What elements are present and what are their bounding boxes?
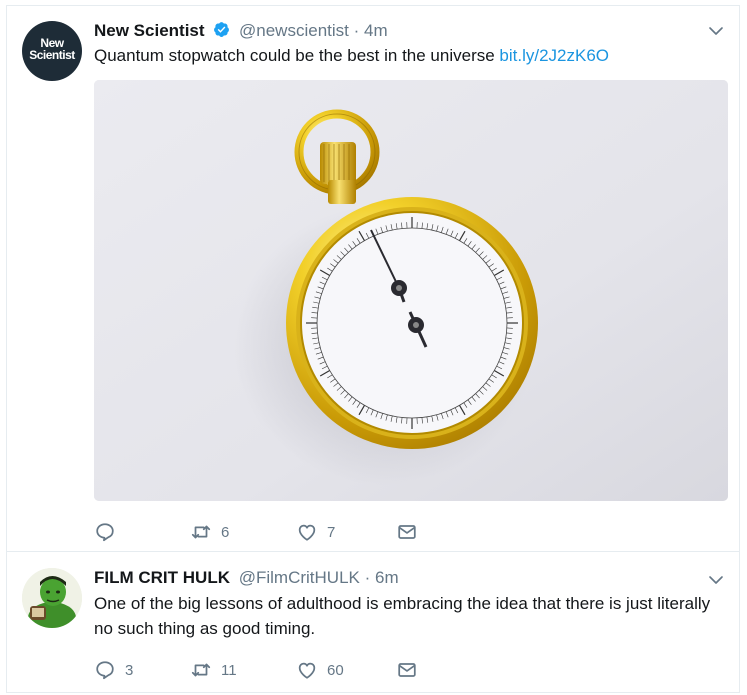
display-name[interactable]: FILM CRIT HULK [94,568,230,587]
timestamp[interactable]: 4m [364,21,388,40]
hulk-avatar[interactable] [22,568,82,628]
verified-badge-icon [214,22,230,37]
like-action[interactable]: 60 [296,658,396,682]
tweet-text: Quantum stopwatch could be the best in t… [94,43,609,68]
hulk-avatar-image [22,568,82,628]
separator: · [364,568,371,587]
retweet-action[interactable]: 11 [190,658,296,682]
heart-icon [298,524,316,541]
chevron-down-icon[interactable] [707,22,725,40]
timestamp[interactable]: 6m [375,568,399,587]
handle[interactable]: @FilmCritHULK [239,568,360,587]
dm-action[interactable] [396,658,418,682]
heart-icon [298,662,316,679]
logo-line-2: Scientist [29,48,75,62]
handle[interactable]: @newscientist [239,21,349,40]
new-scientist-logo: New Scientist [22,37,82,61]
envelope-icon [398,663,416,677]
tweet-actions: 3 11 60 [94,658,418,682]
display-name[interactable]: New Scientist [94,21,205,40]
reply-icon [96,661,114,680]
stopwatch-photo[interactable] [94,80,728,501]
tweet-text: One of the big lessons of adulthood is e… [94,594,711,638]
like-count: 7 [327,523,336,541]
retweet-count: 11 [221,661,237,679]
tweet-text-body: Quantum stopwatch could be the best in t… [94,46,495,65]
tweet-header: FILM CRIT HULK @FilmCritHULK · 6m [94,567,399,589]
retweet-count: 6 [221,523,230,541]
retweet-icon [191,663,211,677]
stopwatch-image [94,80,728,501]
reply-action[interactable]: 3 [94,658,190,682]
tweet-link[interactable]: bit.ly/2J2zK6O [499,46,609,65]
like-count: 60 [327,661,344,679]
chevron-down-icon[interactable] [707,571,725,589]
like-action[interactable]: 7 [296,520,396,544]
tweet[interactable]: FILM CRIT HULK @FilmCritHULK · 6m One of… [6,551,740,693]
separator: · [353,21,360,40]
reply-action[interactable] [94,520,190,544]
reply-icon [96,523,114,542]
envelope-icon [398,525,416,539]
avatar[interactable]: New Scientist [22,21,82,81]
timeline: New Scientist New Scientist @newscientis… [0,0,747,695]
dm-action[interactable] [396,520,418,544]
tweet-header: New Scientist @newscientist · 4m [94,20,388,42]
reply-count: 3 [125,661,134,679]
retweet-action[interactable]: 6 [190,520,296,544]
tweet-actions: 6 7 [94,520,418,544]
retweet-icon [191,525,211,539]
tweet[interactable]: New Scientist New Scientist @newscientis… [6,5,740,551]
